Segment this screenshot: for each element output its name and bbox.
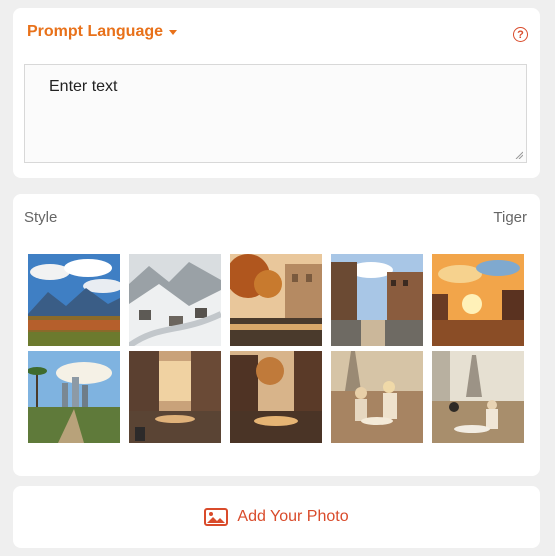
style-thumbnail-eiffel-cafe[interactable] <box>432 351 524 443</box>
image-icon <box>204 508 229 526</box>
style-thumbnail-autumn-street[interactable] <box>230 254 322 346</box>
help-icon[interactable]: ? <box>513 27 528 42</box>
add-photo-button[interactable]: Add Your Photo <box>13 486 540 548</box>
prompt-language-dropdown[interactable]: Prompt Language <box>27 23 178 41</box>
style-label: Style <box>24 209 58 226</box>
prompt-card: Prompt Language ? Enter text <box>13 8 540 178</box>
selected-style-value[interactable]: Tiger <box>493 209 527 226</box>
prompt-language-label: Prompt Language <box>27 23 164 40</box>
style-thumbnail-paris-cafe[interactable] <box>331 351 423 443</box>
resize-handle-icon[interactable] <box>515 151 523 159</box>
caret-down-icon <box>169 30 178 35</box>
prompt-input-text: Enter text <box>49 78 118 95</box>
style-thumbnail-snowy-village[interactable] <box>129 254 221 346</box>
style-thumbnail-palm-city[interactable] <box>28 351 120 443</box>
style-thumbnail-autumn-canal[interactable] <box>230 351 322 443</box>
style-thumbnail-sunset-street[interactable] <box>432 254 524 346</box>
style-thumbnail-sunlit-street[interactable] <box>331 254 423 346</box>
style-thumbnail-canal-city[interactable] <box>129 351 221 443</box>
style-card: Style Tiger <box>13 194 540 476</box>
add-photo-label: Add Your Photo <box>237 508 349 525</box>
prompt-text-input[interactable]: Enter text <box>24 64 527 163</box>
style-thumbnail-grid <box>28 254 524 443</box>
style-thumbnail-mountain-vineyard[interactable] <box>28 254 120 346</box>
